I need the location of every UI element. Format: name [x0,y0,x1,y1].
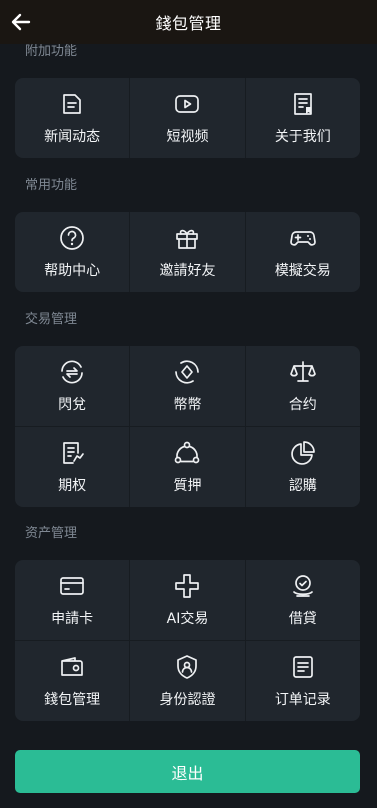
menu-item-ai-trading[interactable]: AI交易 [129,560,244,640]
back-arrow-icon[interactable] [10,11,32,33]
menu-item-options[interactable]: 期权 [15,427,129,507]
menu-item-order-records[interactable]: 订单记录 [244,641,360,721]
section-title-assets: 资产管理 [25,526,78,541]
logout-button[interactable]: 退出 [15,750,360,793]
exchange-icon [61,360,84,384]
extra-functions-card: 新闻动态 短视频 关于我们 [15,78,360,158]
menu-item-help-center[interactable]: 帮助中心 [15,212,129,292]
identity-icon [177,655,198,679]
menu-item-coin-trading[interactable]: 幣幣 [129,346,244,426]
section-title-common: 常用功能 [25,178,78,193]
options-icon [63,442,85,464]
menu-item-loan[interactable]: 借貸 [244,560,360,640]
trade-management-card: 閃兌 幣幣 合约 期权 質押 認購 [15,346,360,507]
news-icon [63,94,82,114]
asset-management-card: 申請卡 AI交易 借貸 錢包管理 身份認證 订单记录 [15,560,360,721]
ai-trade-icon [175,574,200,598]
menu-item-contract[interactable]: 合约 [244,346,360,426]
menu-item-subscribe[interactable]: 認購 [244,427,360,507]
common-functions-card: 帮助中心 邀請好友 模擬交易 [15,212,360,292]
top-bar: 錢包管理 [0,0,377,44]
menu-item-flash-exchange[interactable]: 閃兌 [15,346,129,426]
menu-item-identity-verification[interactable]: 身份認證 [129,641,244,721]
help-icon [60,226,85,250]
pie-chart-icon [291,441,315,465]
menu-item-invite-friends[interactable]: 邀請好友 [129,212,244,292]
menu-item-staking[interactable]: 質押 [129,427,244,507]
order-icon [292,656,313,678]
page-title: 錢包管理 [155,14,222,33]
section-title-trade: 交易管理 [25,312,78,327]
staking-icon [175,441,200,464]
wallet-icon [61,657,84,676]
menu-item-apply-card[interactable]: 申請卡 [15,560,129,640]
menu-item-news[interactable]: 新闻动态 [15,78,129,158]
coin-swap-icon [175,360,200,384]
card-icon [60,577,85,595]
gift-icon [176,229,199,249]
gamepad-icon [289,231,316,246]
scale-icon [289,361,316,382]
menu-item-video[interactable]: 短视频 [129,78,244,158]
menu-item-wallet-management[interactable]: 錢包管理 [15,641,129,721]
video-icon [175,95,200,113]
about-icon [293,93,312,115]
menu-item-simulated-trading[interactable]: 模擬交易 [244,212,360,292]
menu-item-about[interactable]: 关于我们 [244,78,360,158]
loan-icon [292,575,313,597]
